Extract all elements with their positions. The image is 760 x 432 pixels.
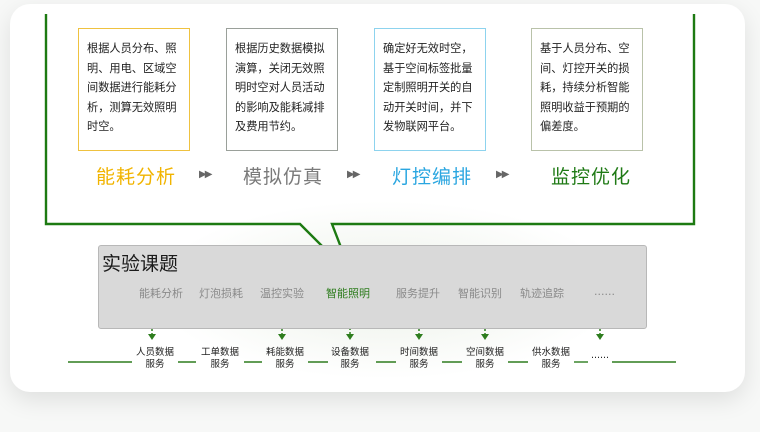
topic-item: 灯泡损耗 [199,287,243,300]
service-name: 设备数据 [330,347,369,358]
service-name: 人员数据 [135,347,174,358]
double-arrow-icon: ▶▶ [199,169,212,180]
step-description: 根据人员分布、照明、用电、区域空间数据进行能耗分析，测算无效照明时空。 [87,42,177,133]
stage-label-energy-analysis: 能耗分析 [96,166,177,188]
stage-label-light-control: 灯控编排 [392,166,473,188]
step-box-energy-analysis: 根据人员分布、照明、用电、区域空间数据进行能耗分析，测算无效照明时空。 [74,24,190,151]
data-service-item: 空间数据 服务 [455,347,515,371]
step-box-light-control: 确定好无效时空，基于空间标签批量定制照明开关的自动开关时间，并下发物联网平台。 [370,24,486,151]
service-suffix: 服务 [210,359,230,370]
service-suffix: 服务 [409,359,429,370]
service-suffix: 服务 [340,359,360,370]
topic-item: ...... [594,285,615,298]
data-service-item: ...... [570,350,630,362]
step-description: 确定好无效时空，基于空间标签批量定制照明开关的自动开关时间，并下发物联网平台。 [383,42,473,133]
stage-label-simulation: 模拟仿真 [243,166,324,188]
step-box-monitoring: 基于人员分布、空间、灯控开关的损耗，持续分析智能照明收益于预期的偏差度。 [527,24,643,151]
topic-item: 轨迹追踪 [520,287,564,300]
data-service-item: 人员数据 服务 [125,347,185,371]
data-service-item: 设备数据 服务 [320,347,380,371]
data-service-item: 工单数据 服务 [190,347,250,371]
service-name: ...... [590,350,610,361]
topic-item: 智能识别 [458,287,502,300]
data-service-item: 时间数据 服务 [389,347,449,371]
double-arrow-icon: ▶▶ [347,169,360,180]
arrow-heads [148,334,604,340]
panel-title: 实验课题 [102,253,179,275]
stage-label-monitoring: 监控优化 [551,166,632,188]
topic-item: 温控实验 [260,287,304,300]
service-name: 时间数据 [399,347,438,358]
data-service-item: 耗能数据 服务 [255,347,315,371]
step-description: 基于人员分布、空间、灯控开关的损耗，持续分析智能照明收益于预期的偏差度。 [540,42,630,133]
double-arrow-icon: ▶▶ [496,169,509,180]
step-description: 根据历史数据模拟演算，关闭无效照明时空对人员活动的影响及能耗减排及费用节约。 [235,42,325,133]
topic-item-active: 智能照明 [326,287,370,300]
service-suffix: 服务 [145,359,165,370]
topic-item: 服务提升 [396,287,440,300]
service-name: 空间数据 [465,347,504,358]
service-name: 耗能数据 [265,347,304,358]
service-suffix: 服务 [275,359,295,370]
topic-item: 能耗分析 [139,287,183,300]
service-suffix: 服务 [475,359,495,370]
service-name: 工单数据 [200,347,239,358]
step-box-simulation: 根据历史数据模拟演算，关闭无效照明时空对人员活动的影响及能耗减排及费用节约。 [222,24,338,151]
